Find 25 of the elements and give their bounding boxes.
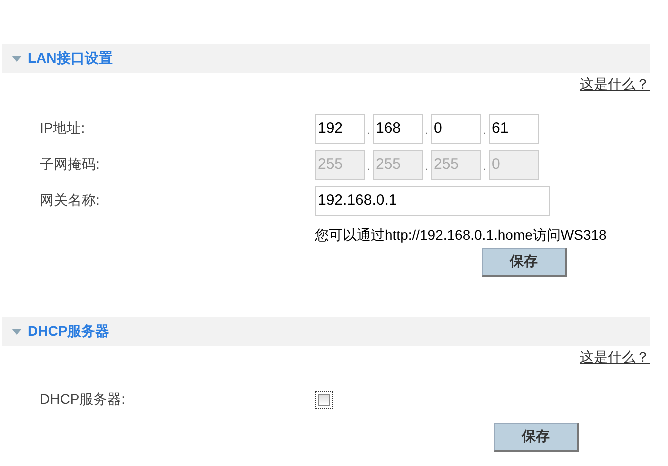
section-title: DHCP服务器 <box>28 322 110 340</box>
help-link[interactable]: 这是什么？ <box>580 349 650 367</box>
caret-icon[interactable] <box>12 56 22 62</box>
field-label: IP地址: <box>39 120 86 138</box>
ip-octet-field[interactable]: 61 <box>489 114 539 144</box>
ip-octet-field[interactable]: 192 <box>315 114 365 144</box>
save-button[interactable]: 保存 <box>494 423 579 452</box>
dot-separator: . <box>482 162 488 175</box>
gateway-field[interactable]: 192.168.0.1 <box>315 186 550 216</box>
section-title: LAN接口设置 <box>28 50 113 68</box>
dot-separator: . <box>424 162 430 175</box>
dot-separator: . <box>424 126 430 139</box>
save-button[interactable]: 保存 <box>482 248 567 277</box>
dot-separator: . <box>482 126 488 139</box>
dot-separator: . <box>366 162 372 175</box>
checkbox[interactable] <box>315 391 333 409</box>
ip-octet-field[interactable]: 0 <box>431 114 481 144</box>
help-link[interactable]: 这是什么？ <box>580 76 650 94</box>
field-label: 子网掩码: <box>39 156 101 174</box>
dot-separator: . <box>366 126 372 139</box>
field-label: 网关名称: <box>39 192 101 210</box>
info-text: 您可以通过http://192.168.0.1.home访问WS318 <box>315 227 608 245</box>
caret-icon[interactable] <box>12 328 22 334</box>
ip-octet-field[interactable]: 168 <box>373 114 423 144</box>
field-label: DHCP服务器: <box>39 391 127 409</box>
